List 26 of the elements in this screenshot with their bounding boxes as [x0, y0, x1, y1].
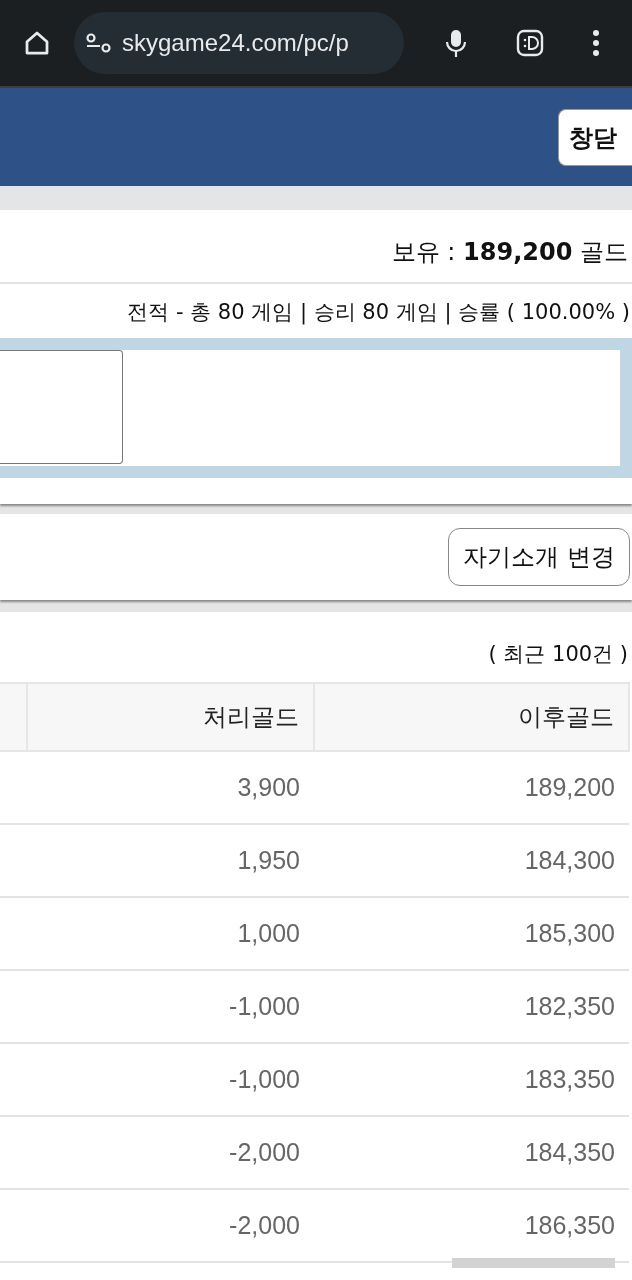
- url-text: skygame24.com/pc/p: [122, 29, 349, 57]
- microphone-icon[interactable]: [444, 28, 468, 58]
- change-intro-button[interactable]: 자기소개 변경: [448, 528, 630, 586]
- site-settings-icon[interactable]: [84, 31, 112, 55]
- recent-count-note: ( 최근 100건 ): [487, 641, 629, 668]
- table-cell: -2,000: [27, 1189, 314, 1262]
- table-cell: 1,950: [27, 824, 314, 897]
- table-cell: 1,000: [27, 897, 314, 970]
- table-cell: 189,200: [314, 751, 629, 824]
- game-record: 전적 - 총 80 게임 | 승리 80 게임 | 승률 ( 100.00% ): [126, 299, 631, 327]
- table-cell: 184,350: [314, 1116, 629, 1189]
- table-cell: -2,000: [27, 1116, 314, 1189]
- column-header: 처리골드: [27, 683, 314, 751]
- menu-icon[interactable]: [592, 29, 600, 57]
- address-bar[interactable]: skygame24.com/pc/p: [74, 12, 404, 74]
- table-cell: 185,300: [314, 897, 629, 970]
- table-cell: 184,300: [314, 824, 629, 897]
- table-cell: 183,350: [314, 1043, 629, 1116]
- table-cell: -1,000: [27, 970, 314, 1043]
- table-cell: 182,350: [314, 970, 629, 1043]
- table-cell: 3,900: [27, 751, 314, 824]
- emoji-tab-icon[interactable]: [516, 29, 544, 57]
- balance-text: 보유 : 189,200 골드: [0, 210, 632, 284]
- close-window-button[interactable]: 창닫: [558, 109, 632, 166]
- table-cell: -1,000: [27, 1043, 314, 1116]
- column-header: 이후골드: [314, 683, 629, 751]
